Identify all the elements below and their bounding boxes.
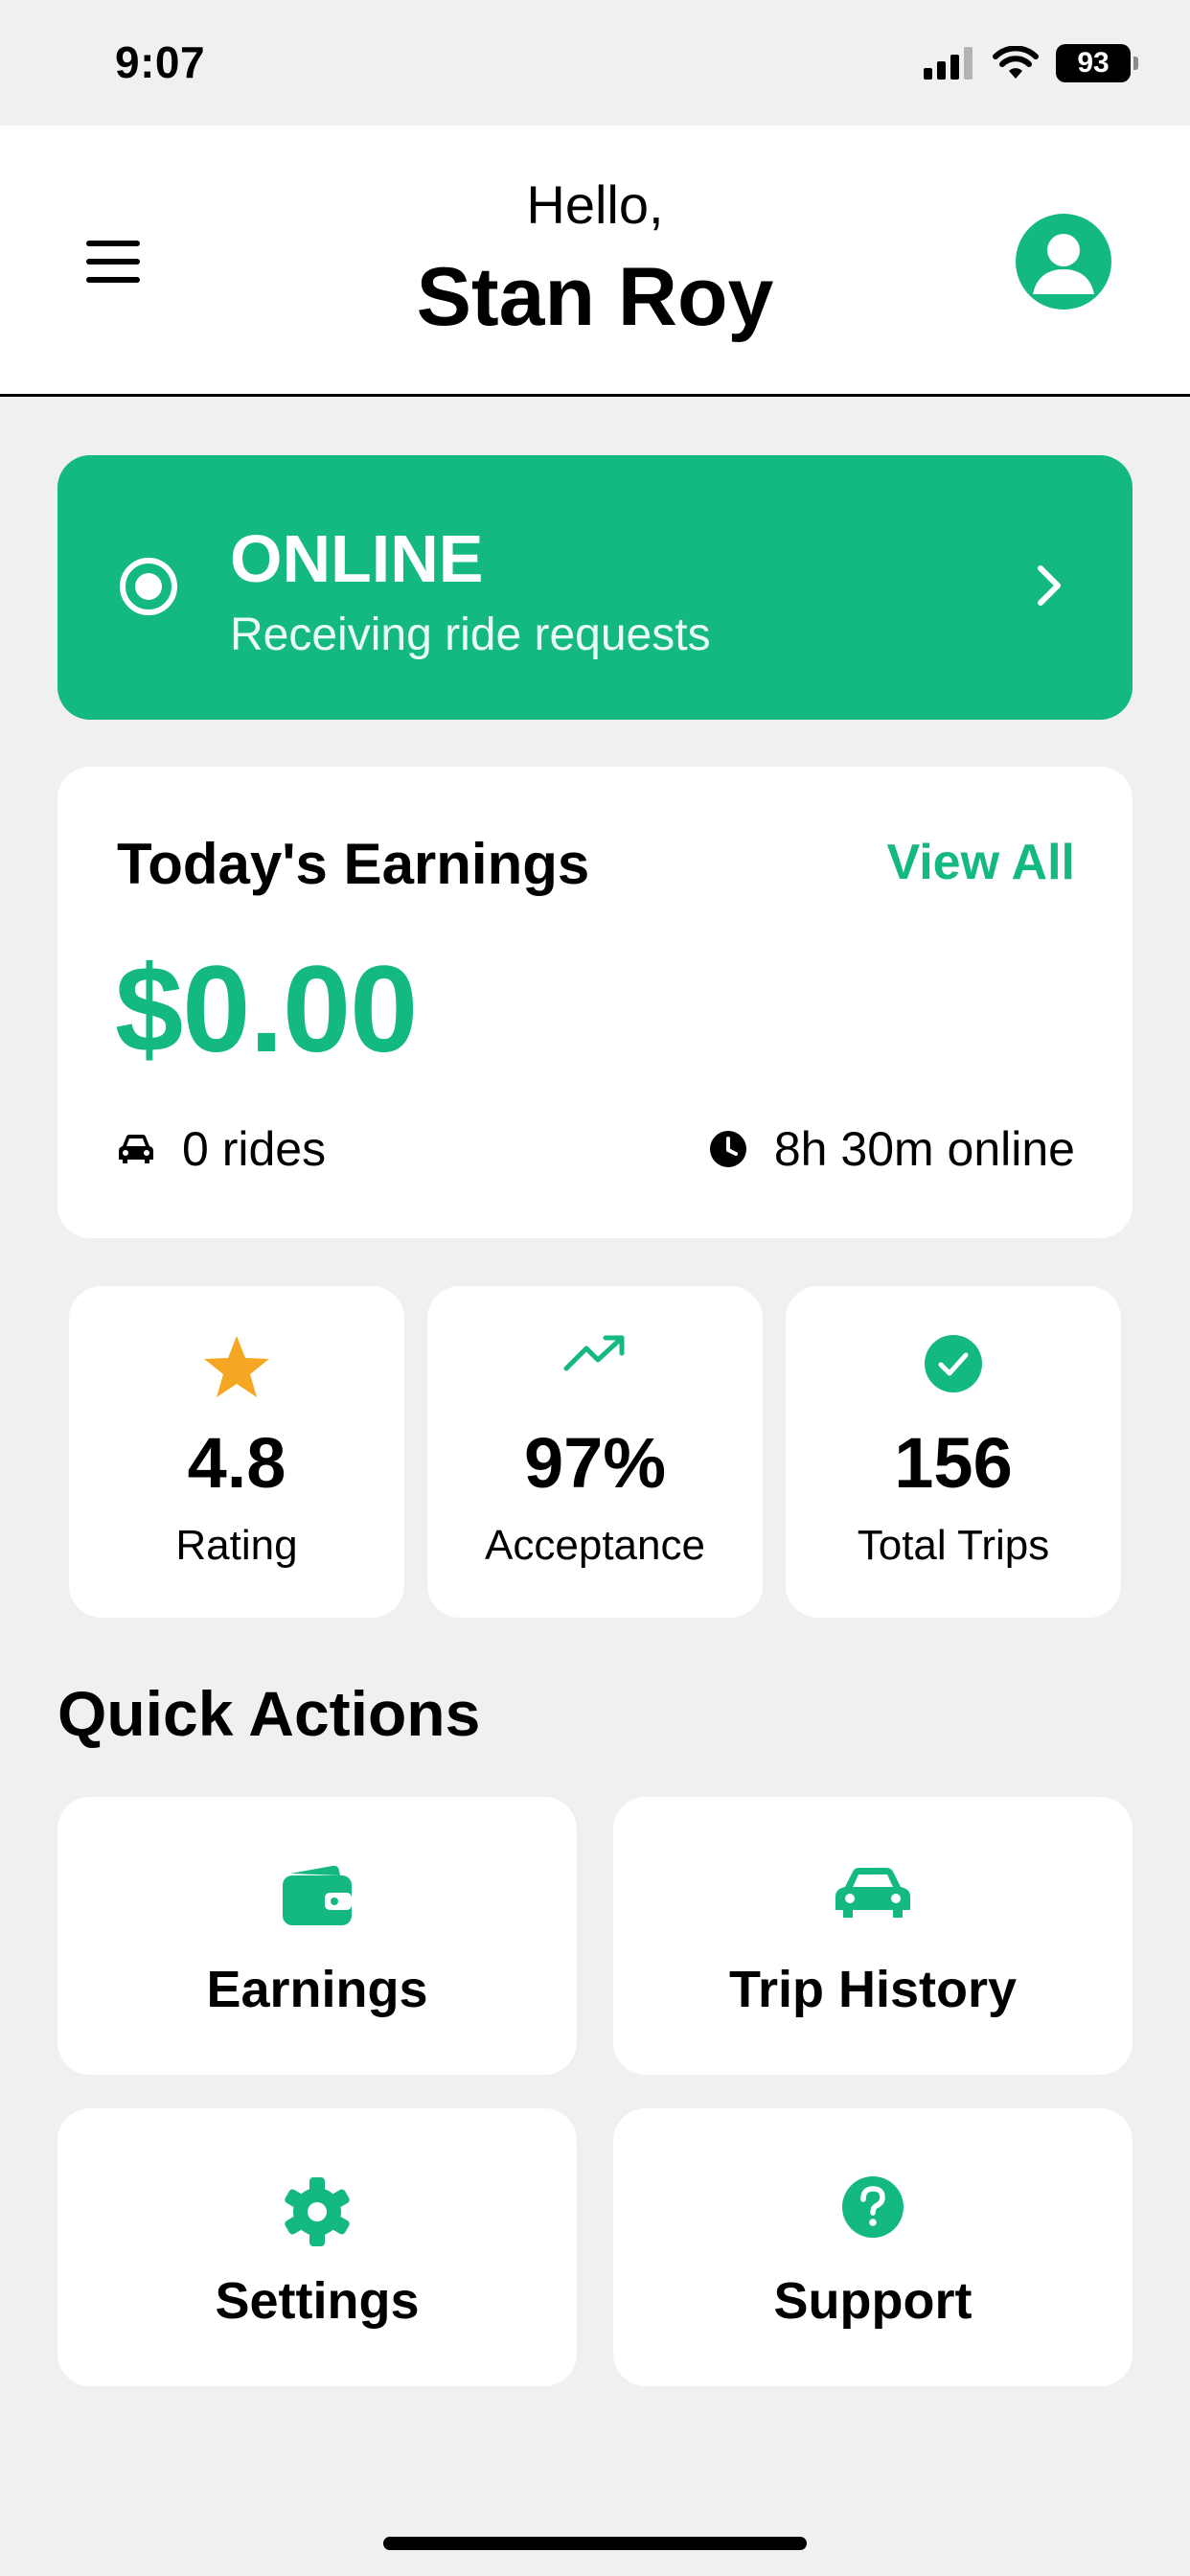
check-circle-icon <box>925 1335 982 1392</box>
stat-card-rating: 4.8 Rating <box>69 1286 404 1618</box>
greeting: Hello, <box>526 174 664 235</box>
online-status-title: ONLINE <box>230 521 484 596</box>
status-icons: 93 <box>924 42 1138 84</box>
car-icon <box>835 1868 910 1918</box>
star-icon <box>204 1336 269 1397</box>
clock-icon <box>709 1131 746 1167</box>
settings-action-button[interactable]: Settings <box>57 2108 577 2386</box>
online-time: 8h 30m online <box>709 1121 1075 1177</box>
menu-icon <box>86 241 140 246</box>
earnings-card: Today's Earnings View All $0.00 0 rides … <box>57 767 1133 1238</box>
wifi-icon <box>993 46 1039 79</box>
gear-icon <box>285 2177 350 2246</box>
support-action-button[interactable]: Support <box>613 2108 1133 2386</box>
user-name: Stan Roy <box>416 251 774 343</box>
wallet-icon <box>283 1865 352 1925</box>
app-header: Hello, Stan Roy <box>0 126 1190 397</box>
earnings-amount: $0.00 <box>115 941 418 1078</box>
radio-on-icon <box>120 558 177 615</box>
battery-indicator: 93 <box>1056 44 1138 82</box>
rating-value: 4.8 <box>187 1423 286 1503</box>
rating-label: Rating <box>175 1522 298 1569</box>
support-action-label: Support <box>773 2272 973 2330</box>
online-time-label: 8h 30m online <box>773 1122 1075 1176</box>
rides-label: 0 rides <box>182 1122 327 1176</box>
earnings-action-label: Earnings <box>206 1961 428 2018</box>
earnings-action-button[interactable]: Earnings <box>57 1797 577 2075</box>
profile-avatar-button[interactable] <box>1016 214 1111 310</box>
total-trips-value: 156 <box>894 1423 1013 1503</box>
help-icon <box>842 2176 904 2238</box>
total-trips-label: Total Trips <box>857 1522 1050 1569</box>
acceptance-value: 97% <box>523 1423 667 1503</box>
home-indicator <box>383 2537 807 2550</box>
status-time: 9:07 <box>115 37 206 87</box>
view-all-link[interactable]: View All <box>886 834 1075 891</box>
acceptance-label: Acceptance <box>485 1522 705 1569</box>
stat-card-total-trips: 156 Total Trips <box>786 1286 1121 1618</box>
online-status-card[interactable]: ONLINE Receiving ride requests <box>57 455 1133 720</box>
trip-history-action-label: Trip History <box>728 1961 1018 2018</box>
quick-actions-title: Quick Actions <box>57 1678 481 1749</box>
online-status-subtitle: Receiving ride requests <box>230 610 711 660</box>
user-icon <box>1033 234 1094 294</box>
rides-count: 0 rides <box>117 1121 326 1177</box>
status-bar: 9:07 93 <box>0 0 1190 126</box>
earnings-title: Today's Earnings <box>117 832 590 896</box>
car-icon <box>119 1135 153 1163</box>
stat-card-acceptance: 97% Acceptance <box>427 1286 763 1618</box>
trip-history-action-button[interactable]: Trip History <box>613 1797 1133 2075</box>
chevron-right-icon <box>1038 565 1061 606</box>
signal-icon <box>924 47 973 80</box>
trending-up-icon <box>563 1335 625 1371</box>
settings-action-label: Settings <box>215 2272 420 2330</box>
